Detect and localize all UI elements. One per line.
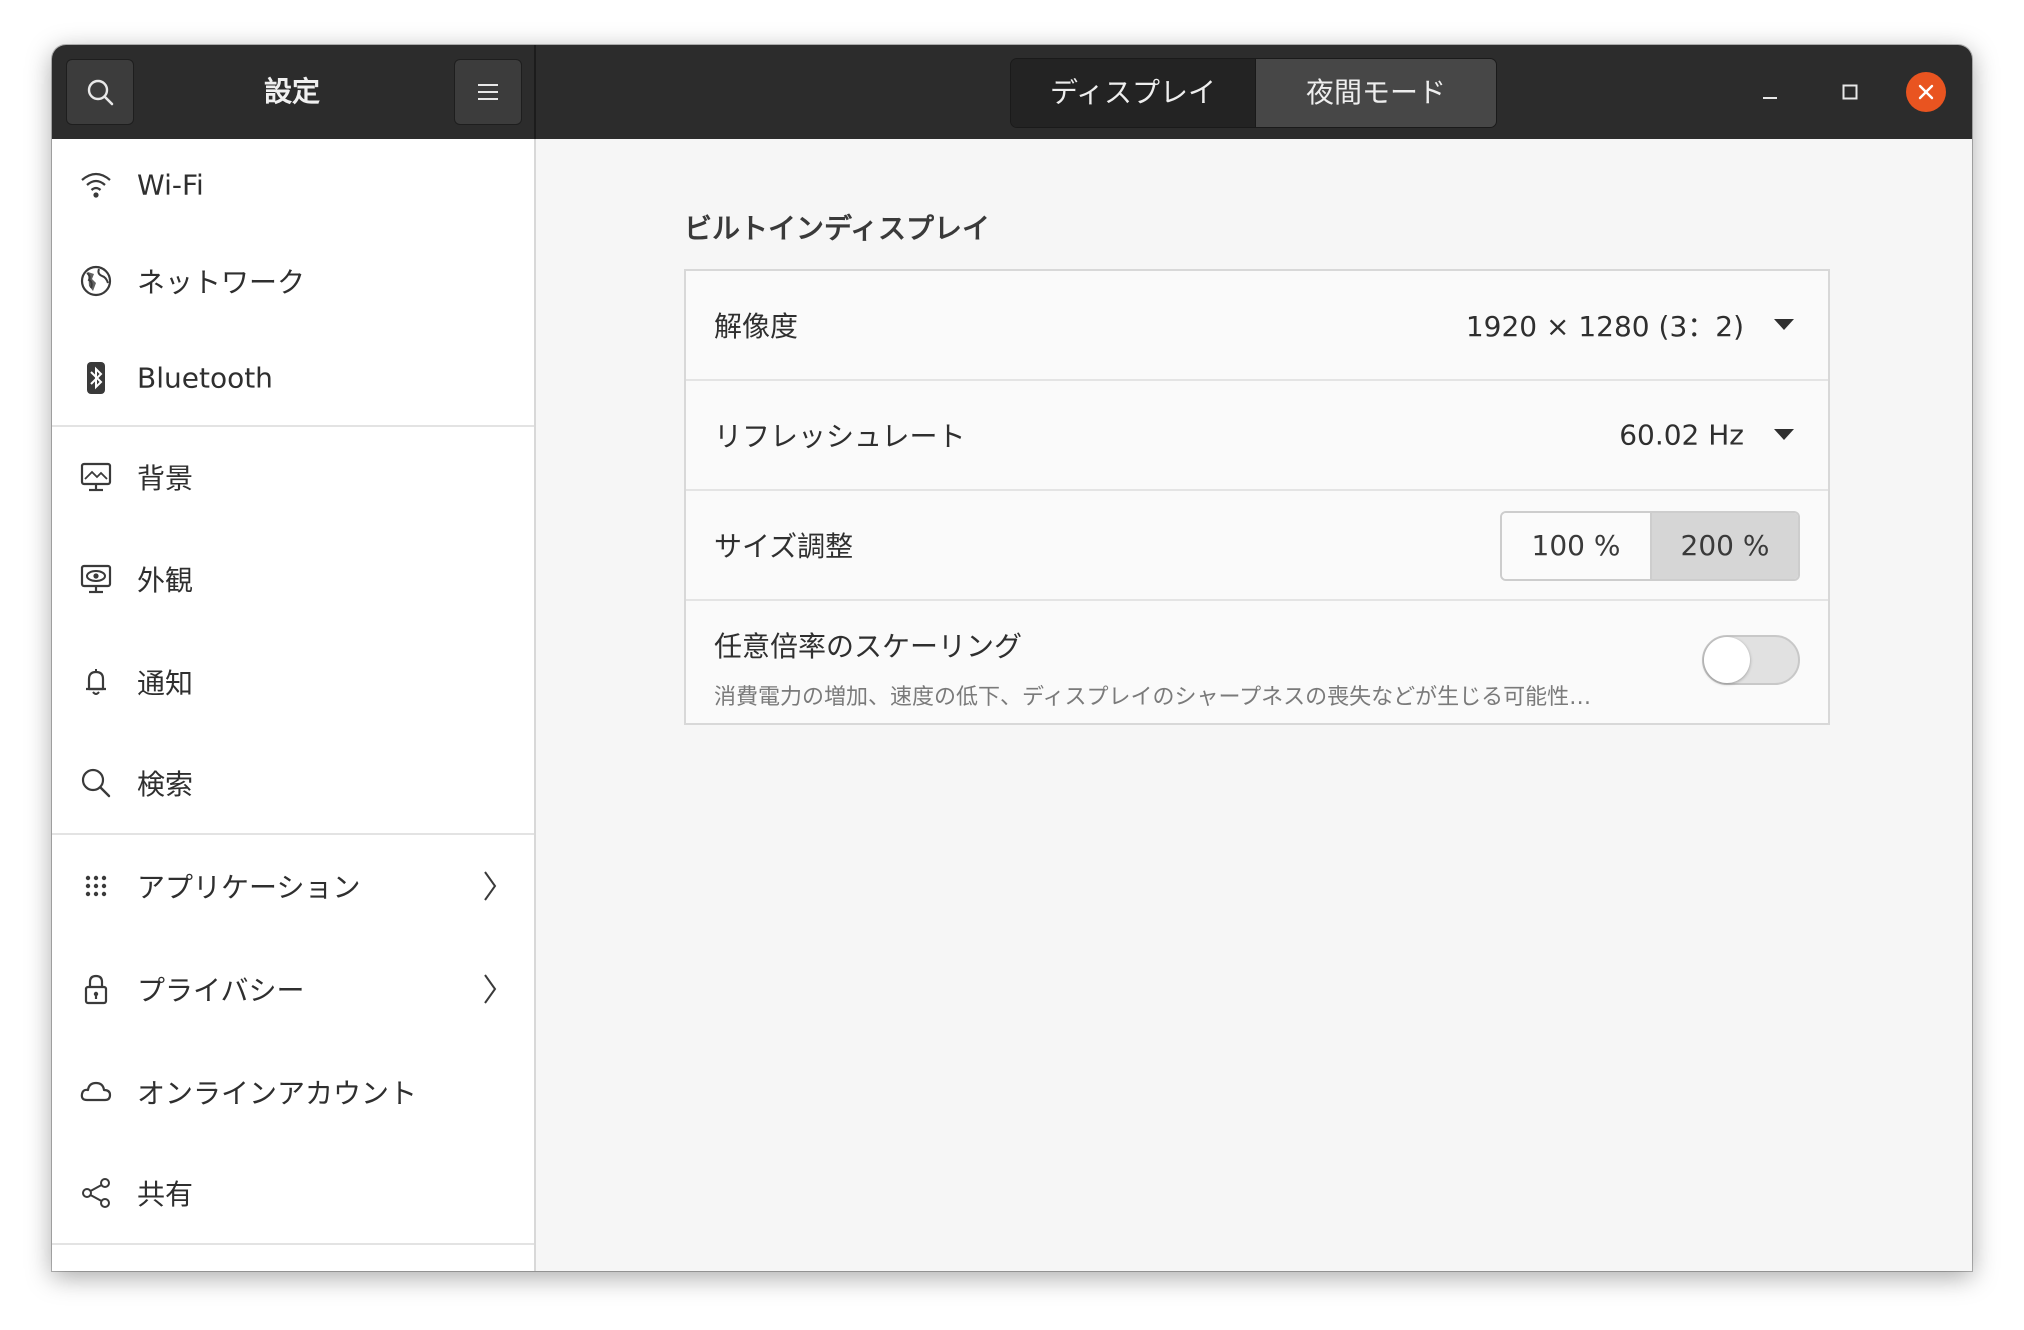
fractional-scaling-label: 任意倍率のスケーリング — [714, 630, 1023, 663]
sidebar-item-privacy[interactable]: プライバシー — [52, 937, 534, 1041]
sidebar-item-label: 背景 — [137, 462, 194, 495]
switch-knob — [1704, 637, 1750, 683]
sidebar-item-label: 通知 — [137, 667, 194, 700]
settings-window: 設定 ディスプレイ 夜間モード Wi-Fi ネットワーク Bluetooth 背… — [52, 45, 1972, 1271]
sidebar-item-label: 外観 — [137, 564, 194, 597]
sidebar-item-notifications[interactable]: 通知 — [52, 631, 534, 733]
minimize-button[interactable] — [1750, 72, 1790, 112]
sidebar-item-label: 検索 — [137, 768, 194, 801]
sidebar-item-label: Bluetooth — [137, 361, 273, 395]
sidebar-item-label: プライバシー — [137, 974, 305, 1007]
globe-icon — [78, 263, 114, 299]
resolution-value[interactable]: 1920 × 1280 (3：2) — [1466, 305, 1744, 345]
fractional-scaling-row: 任意倍率のスケーリング 消費電力の増加、速度の低下、ディスプレイのシャープネスの… — [686, 601, 1828, 723]
sidebar-item-label: Wi-Fi — [137, 168, 204, 202]
header-bar: 設定 ディスプレイ 夜間モード — [52, 45, 1972, 139]
refresh-rate-value[interactable]: 60.02 Hz — [1619, 419, 1744, 452]
scale-200-button[interactable]: 200 % — [1652, 513, 1798, 579]
dropdown-arrow-icon — [1774, 319, 1794, 330]
appearance-icon — [78, 561, 114, 597]
bell-icon — [78, 664, 114, 700]
refresh-rate-row[interactable]: リフレッシュレート 60.02 Hz — [686, 381, 1828, 489]
refresh-rate-label: リフレッシュレート — [714, 420, 966, 453]
sidebar-item-online-accounts[interactable]: オンラインアカウント — [52, 1041, 534, 1143]
scale-label: サイズ調整 — [714, 530, 854, 563]
sidebar-separator — [52, 1243, 534, 1245]
maximize-button[interactable] — [1830, 72, 1870, 112]
app-title: 設定 — [263, 75, 320, 108]
tab-display[interactable]: ディスプレイ — [1011, 59, 1256, 127]
header-left-pane: 設定 — [52, 45, 536, 139]
close-icon — [1918, 84, 1934, 100]
lock-icon — [78, 971, 114, 1007]
scale-100-button[interactable]: 100 % — [1502, 513, 1652, 579]
search-icon — [87, 79, 114, 106]
chevron-right-icon — [484, 871, 497, 901]
sidebar-item-label: ネットワーク — [137, 266, 306, 299]
close-button[interactable] — [1906, 72, 1946, 112]
scale-toggle-group: 100 % 200 % — [1500, 511, 1800, 581]
apps-grid-icon — [78, 868, 114, 904]
sidebar-item-label: アプリケーション — [137, 871, 361, 904]
sidebar-item-label: 共有 — [137, 1178, 194, 1211]
cloud-icon — [78, 1074, 114, 1110]
scale-row: サイズ調整 100 % 200 % — [686, 491, 1828, 599]
main-content: ビルトインディスプレイ 解像度 1920 × 1280 (3：2) リフレッシュ… — [536, 139, 1972, 1271]
search-icon — [78, 765, 114, 801]
sidebar-item-network[interactable]: ネットワーク — [52, 231, 534, 331]
sidebar-item-bluetooth[interactable]: Bluetooth — [52, 331, 534, 425]
sidebar: Wi-Fi ネットワーク Bluetooth 背景 外観 通知 検索 アプリケー… — [52, 139, 536, 1271]
chevron-right-icon — [484, 974, 497, 1004]
fractional-scaling-switch[interactable] — [1702, 635, 1800, 685]
bluetooth-icon — [78, 360, 114, 396]
sidebar-item-search[interactable]: 検索 — [52, 733, 534, 833]
share-icon — [78, 1175, 114, 1211]
section-title: ビルトインディスプレイ — [684, 212, 991, 245]
search-button[interactable] — [66, 59, 134, 125]
sidebar-item-applications[interactable]: アプリケーション — [52, 835, 534, 937]
sidebar-item-background[interactable]: 背景 — [52, 427, 534, 527]
tab-night-mode[interactable]: 夜間モード — [1256, 59, 1496, 127]
sidebar-item-sharing[interactable]: 共有 — [52, 1143, 534, 1243]
monitor-icon — [78, 459, 114, 495]
display-settings-list: 解像度 1920 × 1280 (3：2) リフレッシュレート 60.02 Hz… — [684, 269, 1830, 725]
maximize-icon — [1842, 84, 1858, 100]
resolution-row[interactable]: 解像度 1920 × 1280 (3：2) — [686, 271, 1828, 379]
minimize-icon — [1763, 97, 1777, 99]
dropdown-arrow-icon — [1774, 429, 1794, 440]
fractional-scaling-description: 消費電力の増加、速度の低下、ディスプレイのシャープネスの喪失などが生じる可能性… — [714, 685, 1592, 710]
wifi-icon — [78, 167, 114, 203]
hamburger-menu-icon — [478, 84, 498, 100]
resolution-label: 解像度 — [714, 310, 799, 343]
menu-button[interactable] — [454, 59, 522, 125]
sidebar-item-wifi[interactable]: Wi-Fi — [52, 139, 534, 231]
sidebar-item-label: オンラインアカウント — [137, 1077, 418, 1110]
sidebar-item-appearance[interactable]: 外観 — [52, 527, 534, 631]
view-switcher: ディスプレイ 夜間モード — [1010, 58, 1497, 128]
